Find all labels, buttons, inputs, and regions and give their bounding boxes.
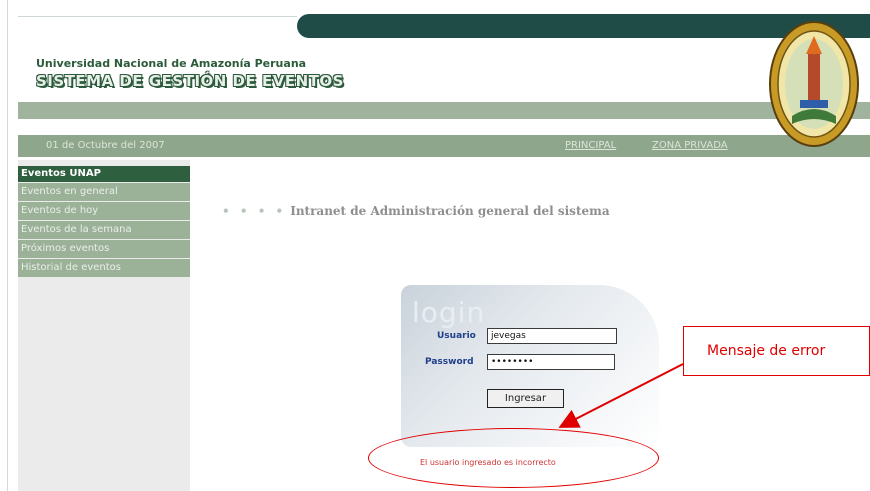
- password-label: Password: [425, 357, 474, 367]
- university-name: Universidad Nacional de Amazonía Peruana: [36, 57, 307, 70]
- ingresar-button[interactable]: Ingresar: [487, 389, 564, 408]
- nav-principal-link[interactable]: PRINCIPAL: [565, 140, 616, 151]
- username-input[interactable]: [487, 328, 617, 344]
- sidebar-header: Eventos UNAP: [18, 166, 190, 182]
- password-input[interactable]: [487, 354, 615, 370]
- sidebar-menu: Eventos en general Eventos de hoy Evento…: [18, 183, 190, 278]
- header-band: [18, 102, 870, 119]
- user-label: Usuario: [437, 331, 476, 341]
- page-heading: • • • • Intranet de Administración genera…: [222, 204, 610, 218]
- sidebar-item-eventos-en-general[interactable]: Eventos en general: [18, 183, 190, 201]
- page-heading-text: Intranet de Administración general del s…: [290, 204, 610, 218]
- header-band-gap: [18, 119, 870, 135]
- heading-bullets: • • • •: [222, 204, 287, 218]
- nav-zona-privada-link[interactable]: ZONA PRIVADA: [652, 140, 728, 151]
- current-date: 01 de Octubre del 2007: [46, 140, 165, 151]
- sidebar-item-proximos-eventos[interactable]: Próximos eventos: [18, 240, 190, 258]
- header-top-line: [18, 16, 297, 17]
- system-title: SISTEMA DE GESTIÓN DE EVENTOS: [36, 72, 344, 90]
- university-seal-icon: [769, 21, 859, 147]
- page-frame: [0, 0, 8, 491]
- sidebar-item-eventos-de-la-semana[interactable]: Eventos de la semana: [18, 221, 190, 239]
- sidebar-item-historial-de-eventos[interactable]: Historial de eventos: [18, 259, 190, 277]
- annotation-callout: Mensaje de error: [683, 326, 870, 376]
- callout-text: Mensaje de error: [707, 343, 826, 359]
- annotation-ellipse: [368, 428, 659, 488]
- login-title: login: [412, 296, 486, 329]
- sidebar-item-eventos-de-hoy[interactable]: Eventos de hoy: [18, 202, 190, 220]
